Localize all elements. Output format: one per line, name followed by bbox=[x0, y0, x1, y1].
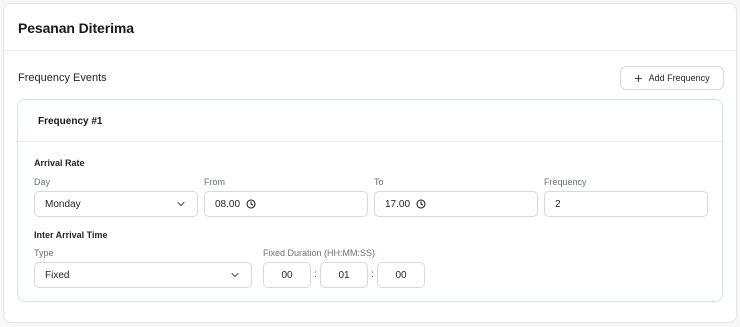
frequency-card-header: Frequency #1 bbox=[18, 100, 722, 142]
type-label: Type bbox=[34, 248, 54, 258]
plus-icon: + bbox=[634, 70, 643, 86]
from-time-input[interactable]: 08.00 bbox=[204, 191, 368, 217]
frequency-events-title: Frequency Events bbox=[18, 72, 107, 84]
type-value: Fixed bbox=[45, 269, 70, 281]
minutes-value: 01 bbox=[338, 269, 350, 281]
add-frequency-label: Add Frequency bbox=[648, 73, 710, 83]
chevron-down-icon bbox=[177, 201, 185, 207]
to-time-input[interactable]: 17.00 bbox=[374, 191, 538, 217]
inter-arrival-time-label: Inter Arrival Time bbox=[34, 230, 108, 240]
frequency-card: Frequency #1 Arrival Rate Day Monday Fro… bbox=[17, 99, 723, 302]
card-header: Pesanan Diterima bbox=[4, 4, 736, 51]
hours-value: 00 bbox=[281, 269, 293, 281]
seconds-input[interactable]: 00 bbox=[377, 262, 425, 288]
minutes-input[interactable]: 01 bbox=[320, 262, 368, 288]
to-value: 17.00 bbox=[385, 198, 411, 210]
type-select[interactable]: Fixed bbox=[34, 262, 252, 288]
add-frequency-button[interactable]: + Add Frequency bbox=[620, 66, 724, 90]
main-card: Pesanan Diterima Frequency Events + Add … bbox=[3, 3, 737, 323]
clock-icon bbox=[416, 199, 426, 209]
arrival-rate-label: Arrival Rate bbox=[34, 158, 85, 168]
from-label: From bbox=[204, 177, 225, 187]
day-value: Monday bbox=[45, 198, 81, 210]
clock-icon bbox=[246, 199, 256, 209]
time-separator: : bbox=[371, 269, 374, 280]
to-label: To bbox=[374, 177, 384, 187]
chevron-down-icon bbox=[231, 272, 239, 278]
time-separator: : bbox=[314, 269, 317, 280]
page-title: Pesanan Diterima bbox=[18, 20, 134, 36]
frequency-input[interactable]: 2 bbox=[544, 191, 708, 217]
day-label: Day bbox=[34, 177, 51, 187]
frequency-value: 2 bbox=[555, 198, 561, 210]
fixed-duration-label: Fixed Duration (HH:MM:SS) bbox=[263, 248, 376, 258]
from-value: 08.00 bbox=[215, 198, 241, 210]
frequency-label: Frequency bbox=[544, 177, 587, 187]
seconds-value: 00 bbox=[395, 269, 407, 281]
hours-input[interactable]: 00 bbox=[263, 262, 311, 288]
frequency-card-title: Frequency #1 bbox=[38, 116, 103, 127]
day-select[interactable]: Monday bbox=[34, 191, 198, 217]
